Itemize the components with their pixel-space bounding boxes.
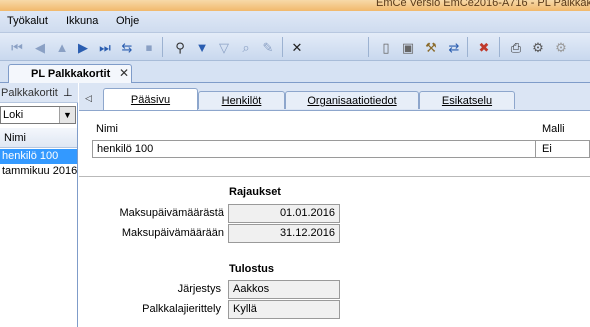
menu-ikkuna[interactable]: Ikkuna	[66, 15, 98, 27]
window-title: EmCe Versio EmCe2016-A716 - PL Palkkakor…	[376, 0, 590, 9]
options-icon[interactable]: ⚙	[553, 39, 569, 55]
chevron-down-icon[interactable]: ▼	[59, 107, 75, 123]
tab-esikatselu[interactable]: Esikatselu	[419, 91, 515, 109]
list-column-header[interactable]: Nimi	[0, 128, 77, 148]
filter-icon[interactable]: ▼	[194, 39, 210, 55]
find-icon[interactable]: ⚲	[172, 39, 188, 55]
list-item-label: tammikuu 2016	[2, 165, 77, 177]
from-date-label: Maksupäivämäärästä	[119, 207, 224, 219]
rajaukset-title: Rajaukset	[229, 186, 281, 198]
from-date-field[interactable]: 01.01.2016	[228, 204, 340, 223]
panel-header: Palkkakortit ⊥	[0, 83, 78, 103]
print-icon[interactable]: ⎙	[508, 39, 524, 55]
sync-icon[interactable]: ⇄	[446, 39, 462, 55]
list-item[interactable]: tammikuu 2016	[0, 164, 77, 179]
order-value: Aakkos	[233, 283, 270, 295]
main-area: ◁ Pääsivu Henkilöt Organisaatiotiedot Es…	[79, 83, 590, 327]
order-field[interactable]: Aakkos	[228, 280, 340, 299]
pin-icon[interactable]: ⊥	[63, 86, 73, 99]
last-record-icon[interactable]: ⏭	[97, 39, 113, 55]
tab-organisaatiotiedot[interactable]: Organisaatiotiedot	[285, 91, 419, 109]
wand-icon[interactable]: ⚒	[423, 39, 439, 55]
close-tab-icon[interactable]: ✕	[119, 66, 129, 80]
divider	[79, 176, 590, 177]
menu-tyokalut[interactable]: Työkalut	[7, 15, 48, 27]
clear-filter-icon[interactable]: ▽	[216, 39, 232, 55]
tab-henkilot[interactable]: Henkilöt	[198, 91, 285, 109]
view-select[interactable]: Loki ▼	[0, 106, 76, 124]
malli-column-label: Malli	[542, 123, 565, 135]
menu-ohje[interactable]: Ohje	[116, 15, 139, 27]
toolbar-separator	[162, 37, 163, 57]
order-label: Järjestys	[177, 283, 221, 295]
to-date-value: 31.12.2016	[279, 227, 335, 239]
name-field-value: henkilö 100	[97, 143, 154, 155]
from-date-value: 01.01.2016	[279, 207, 335, 219]
document-tab-palkkakortit[interactable]: PL Palkkakortit ✕	[8, 64, 132, 83]
tab-content: Nimi Malli henkilö 100 Ei Rajaukset Maks…	[79, 111, 590, 327]
tab-strip: ◁ Pääsivu Henkilöt Organisaatiotiedot Es…	[79, 83, 590, 111]
title-bar: EmCe Versio EmCe2016-A716 - PL Palkkakor…	[0, 0, 590, 11]
tab-paasivu[interactable]: Pääsivu	[103, 88, 198, 111]
previous-record-icon[interactable]: ◀	[32, 39, 48, 55]
close-icon[interactable]: ✕	[289, 39, 305, 55]
tab-label: Esikatselu	[441, 95, 493, 107]
list-item[interactable]: henkilö 100	[0, 149, 77, 164]
to-date-label: Maksupäivämäärään	[121, 227, 224, 239]
refresh-icon[interactable]: ⇆	[119, 39, 135, 55]
to-date-field[interactable]: 31.12.2016	[228, 224, 340, 243]
up-icon[interactable]: ▲	[54, 39, 70, 55]
column-header-label: Nimi	[4, 132, 26, 144]
breakdown-value: Kyllä	[233, 303, 257, 315]
save-icon[interactable]: ▣	[400, 39, 416, 55]
name-field[interactable]: henkilö 100	[92, 140, 536, 158]
search-icon[interactable]: ⌕	[238, 39, 254, 55]
scroll-left-icon[interactable]: ◁	[85, 93, 92, 104]
list-item-label: henkilö 100	[2, 150, 59, 162]
tab-label: Organisaatiotiedot	[307, 95, 397, 107]
menu-bar: Työkalut Ikkuna Ohje	[0, 11, 590, 33]
tab-label: Henkilöt	[221, 95, 262, 107]
stop-icon[interactable]: ⏹	[141, 39, 157, 55]
settings-icon[interactable]: ⚙	[530, 39, 546, 55]
toolbar: ⏮ ◀ ▲ ▶ ⏭ ⇆ ⏹ ⚲ ▼ ▽ ⌕ ✎ ✕ ▯ ▣ ⚒ ⇄ ✖ ⎙ ⚙ …	[0, 33, 590, 61]
tulostus-title: Tulostus	[229, 263, 275, 275]
malli-field[interactable]: Ei	[536, 140, 590, 158]
breakdown-label: Palkkalajierittely	[142, 303, 221, 315]
toolbar-separator	[368, 37, 369, 57]
tools-icon[interactable]: ✎	[260, 39, 276, 55]
panel-title: Palkkakortit	[1, 87, 58, 99]
delete-icon[interactable]: ✖	[476, 39, 492, 55]
document-tabs: PL Palkkakortit ✕	[0, 61, 590, 83]
left-panel: Palkkakortit ⊥ Loki ▼ Nimi henkilö 100 t…	[0, 83, 78, 327]
view-select-value: Loki	[3, 109, 24, 121]
toolbar-separator	[282, 37, 283, 57]
malli-field-value: Ei	[542, 143, 552, 155]
tab-label: Pääsivu	[130, 94, 171, 106]
toolbar-separator	[467, 37, 468, 57]
new-document-icon[interactable]: ▯	[378, 39, 394, 55]
document-tab-label: PL Palkkakortit	[31, 68, 111, 80]
first-record-icon[interactable]: ⏮	[9, 39, 25, 55]
breakdown-field[interactable]: Kyllä	[228, 300, 340, 319]
next-record-icon[interactable]: ▶	[75, 39, 91, 55]
name-column-label: Nimi	[96, 123, 118, 135]
toolbar-separator	[499, 37, 500, 57]
